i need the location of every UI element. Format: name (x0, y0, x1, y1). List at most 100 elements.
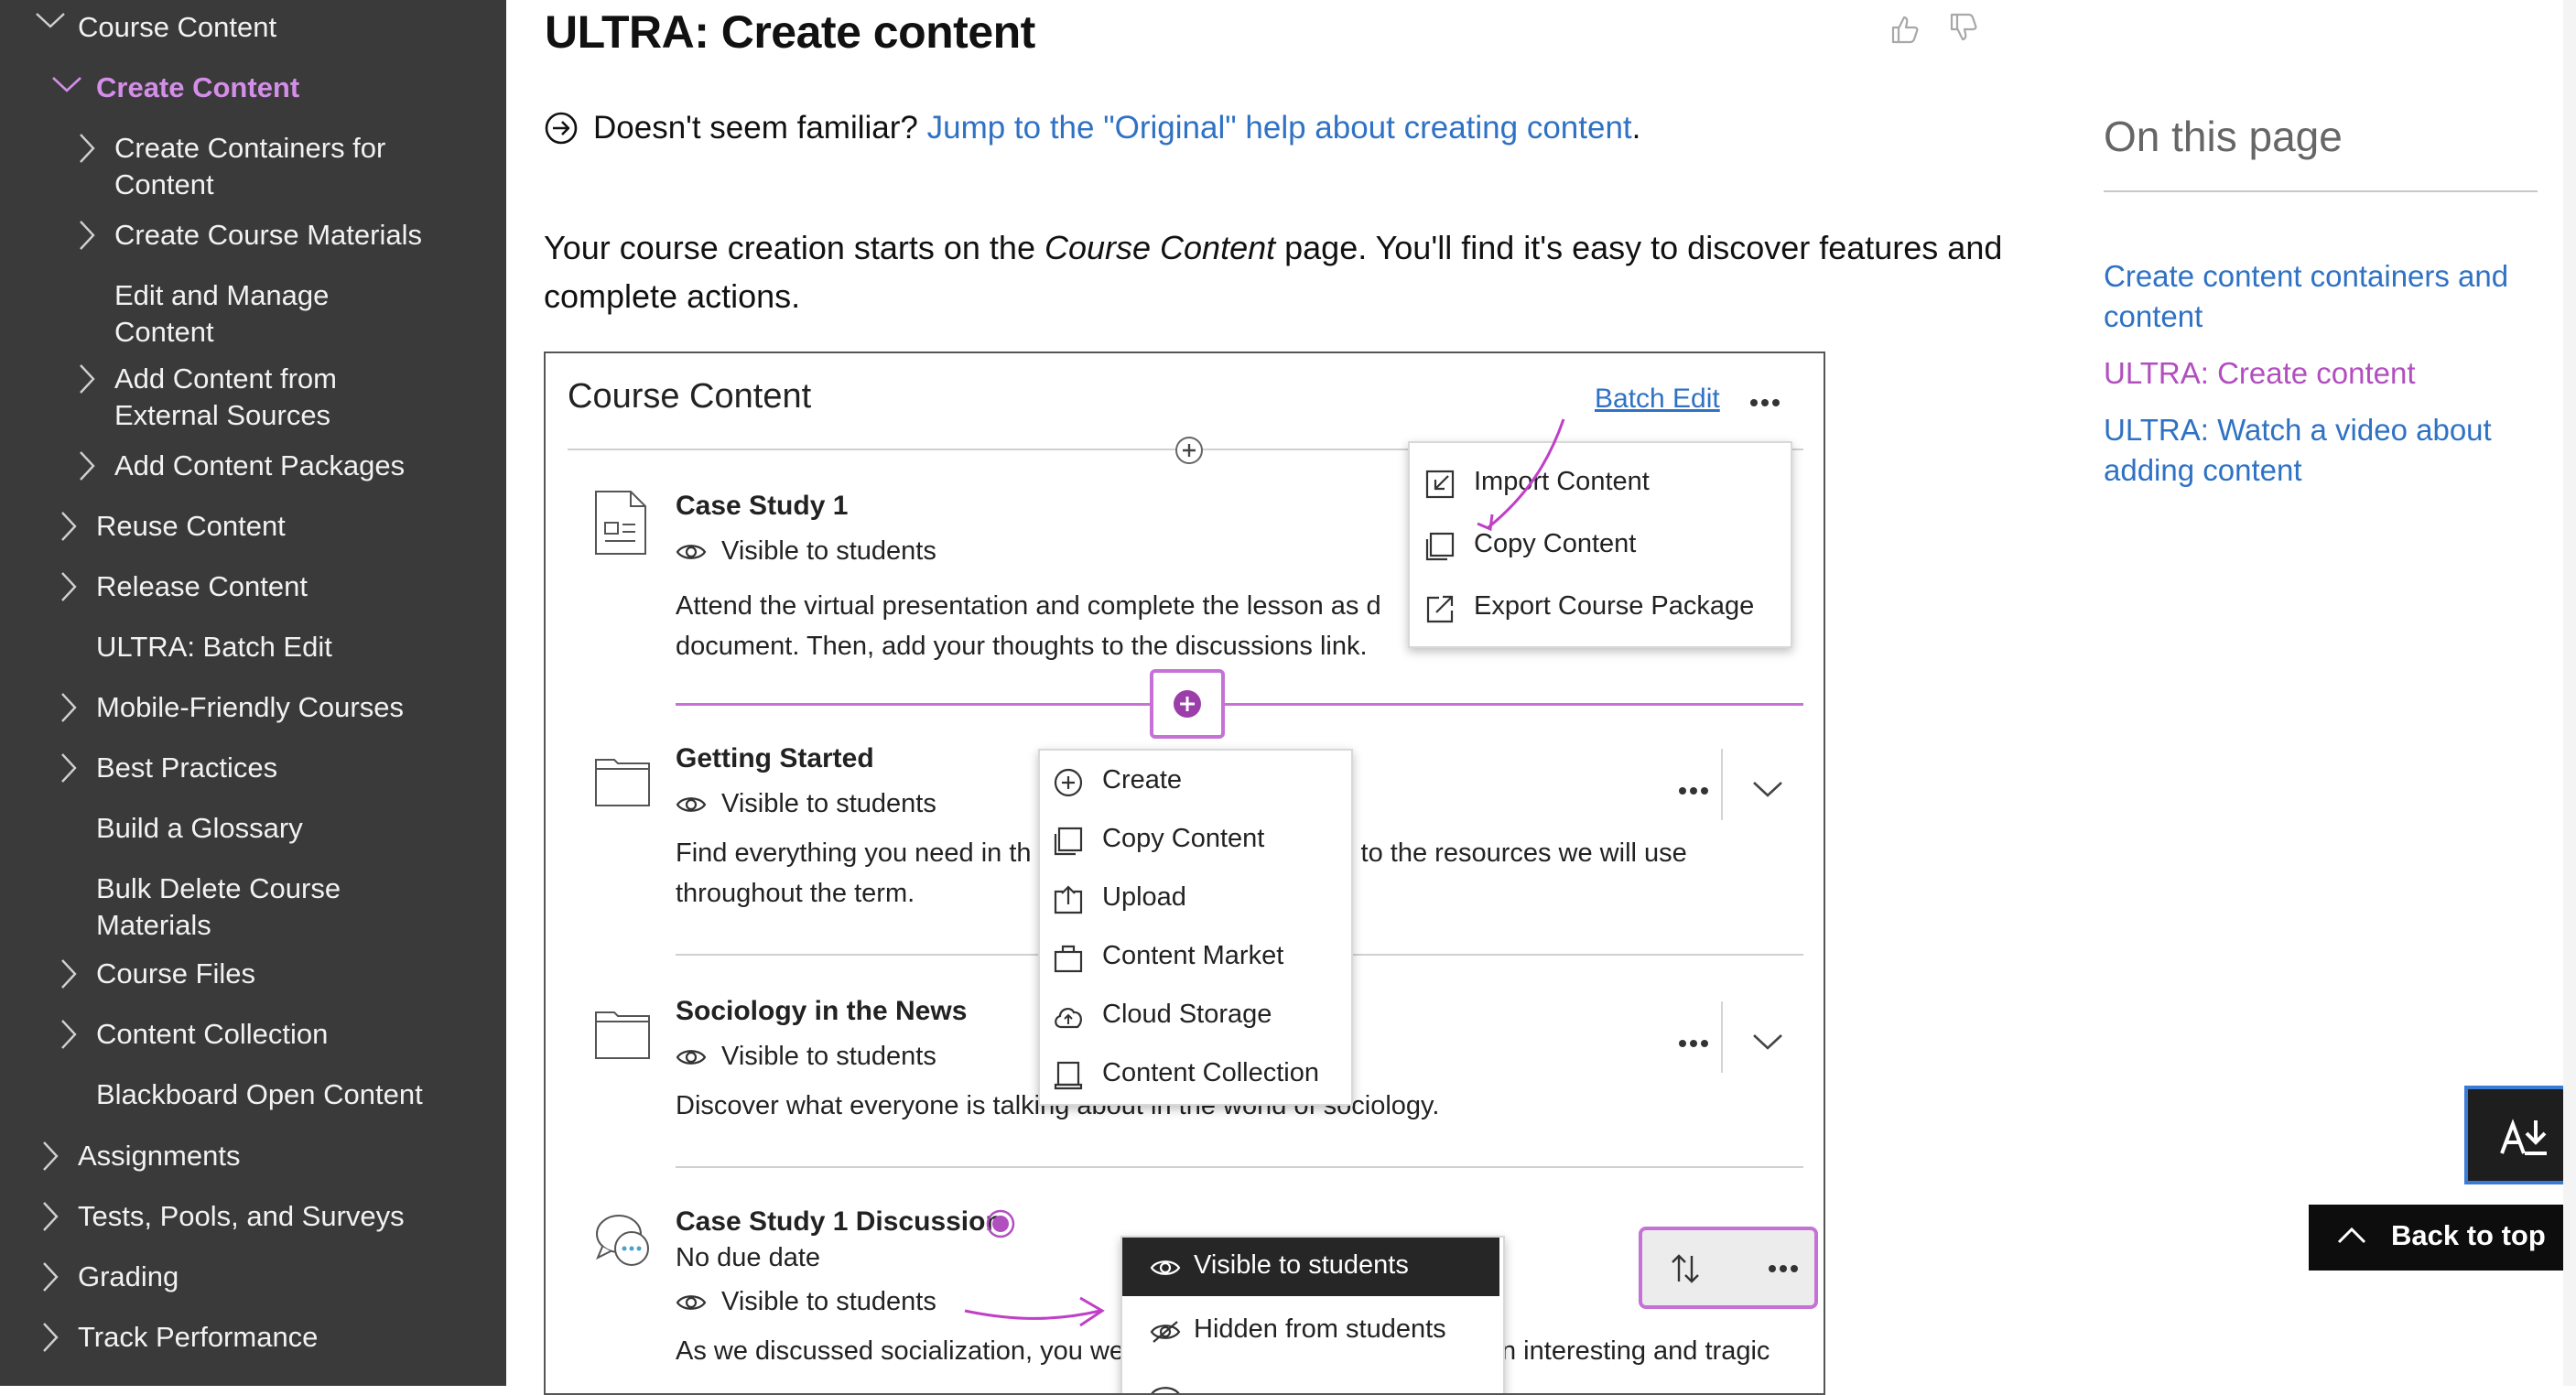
eye-icon (676, 797, 707, 812)
chevron-right-icon[interactable] (78, 220, 96, 251)
eye-icon (676, 1295, 707, 1310)
market-icon (1054, 945, 1083, 973)
export-icon (1426, 595, 1454, 623)
sidebar-item-build-glossary[interactable]: Build a Glossary (96, 810, 303, 847)
sidebar-item-best-practices[interactable]: Best Practices (96, 750, 277, 786)
chevron-right-icon[interactable] (60, 571, 78, 602)
sidebar-item-reuse-content[interactable]: Reuse Content (96, 508, 286, 545)
visibility-label[interactable]: Visible to students (721, 1042, 936, 1072)
back-to-top-label: Back to top (2391, 1219, 2546, 1251)
original-help-link[interactable]: Jump to the "Original" help about creati… (927, 110, 1632, 146)
menu-item-export-course-package[interactable]: Export Course Package (1474, 591, 1754, 622)
arrow-circle-right-icon (545, 112, 578, 145)
chevron-right-icon[interactable] (41, 1322, 60, 1353)
eye-icon (1150, 1260, 1181, 1275)
item-title[interactable]: Getting Started (676, 743, 874, 774)
plus-circle-icon (1054, 768, 1083, 797)
menu-item-cloud-storage[interactable]: Cloud Storage (1102, 1000, 1272, 1030)
sidebar-item-create-content[interactable]: Create Content (96, 70, 299, 106)
sidebar-item-tests-pools-surveys[interactable]: Tests, Pools, and Surveys (78, 1198, 405, 1235)
toc-link-create-containers[interactable]: Create content containers and content (2104, 256, 2508, 337)
chevron-right-icon[interactable] (78, 363, 96, 395)
page-title: ULTRA: Create content (545, 6, 1035, 58)
folder-icon (595, 759, 650, 806)
chevron-down-icon[interactable] (35, 11, 66, 29)
chevron-up-icon (2337, 1227, 2366, 1244)
scrollbar-track[interactable] (2563, 0, 2576, 1386)
item-description: Find everything you need in th (676, 838, 1032, 868)
accessibility-widget-button[interactable] (2464, 1086, 2576, 1184)
chevron-down-icon[interactable] (1752, 780, 1783, 798)
batch-edit-link[interactable]: Batch Edit (1595, 384, 1720, 415)
menu-item-hidden-from-students[interactable]: Hidden from students (1194, 1314, 1446, 1345)
sidebar-item-batch-edit[interactable]: ULTRA: Batch Edit (96, 629, 332, 665)
toc-link-ultra-watch-video[interactable]: ULTRA: Watch a video about adding conten… (2104, 410, 2492, 491)
sidebar-item-bulk-delete[interactable]: Bulk Delete Course Materials (96, 871, 341, 944)
menu-item-upload[interactable]: Upload (1102, 882, 1186, 913)
import-icon (1425, 470, 1455, 499)
toc-link-ultra-create-content[interactable]: ULTRA: Create content (2104, 353, 2416, 394)
item-description: s to the resources we will use (1340, 838, 1687, 868)
insert-line (676, 703, 1803, 706)
chevron-down-icon[interactable] (51, 75, 82, 93)
chevron-right-icon[interactable] (60, 1019, 78, 1050)
item-title[interactable]: Case Study 1 Discussion (676, 1206, 1002, 1238)
divider (1721, 1001, 1723, 1073)
chevron-right-icon[interactable] (41, 1201, 60, 1232)
more-options-icon[interactable] (1767, 1263, 1800, 1274)
sidebar-item-assignments[interactable]: Assignments (78, 1138, 240, 1174)
item-title[interactable]: Sociology in the News (676, 996, 967, 1027)
on-this-page-divider (2104, 190, 2538, 192)
thumbs-up-icon[interactable] (1889, 13, 1922, 46)
discussion-icon (596, 1215, 649, 1266)
chevron-right-icon[interactable] (60, 511, 78, 542)
item-title[interactable]: Case Study 1 (676, 491, 848, 522)
chevron-right-icon[interactable] (60, 692, 78, 723)
collection-icon (1054, 1061, 1083, 1090)
item-description: throughout the term. (676, 879, 915, 908)
more-options-icon[interactable] (1677, 785, 1710, 796)
visibility-label[interactable]: Visible to students (721, 1287, 936, 1317)
sidebar-item-mobile-friendly[interactable]: Mobile-Friendly Courses (96, 689, 404, 726)
reorder-arrows-icon[interactable] (1670, 1252, 1701, 1285)
eye-off-icon (1150, 1321, 1181, 1343)
sidebar-item-add-content-packages[interactable]: Add Content Packages (114, 448, 405, 484)
sidebar-item-open-content[interactable]: Blackboard Open Content (96, 1076, 423, 1113)
menu-item-create[interactable]: Create (1102, 765, 1182, 795)
add-plus-icon[interactable] (1172, 688, 1203, 719)
visibility-menu: Visible to students Hidden from students (1120, 1236, 1505, 1393)
menu-item-content-market[interactable]: Content Market (1102, 941, 1283, 971)
annotation-arrow-icon (964, 1296, 1105, 1327)
familiar-notice: Doesn't seem familiar? Jump to the "Orig… (593, 110, 1641, 146)
menu-item-visible-to-students[interactable]: Visible to students (1194, 1250, 1409, 1281)
chevron-right-icon[interactable] (60, 958, 78, 989)
cloud-icon (1055, 1007, 1083, 1029)
sidebar-item-release-content[interactable]: Release Content (96, 568, 308, 605)
visibility-label[interactable]: Visible to students (721, 536, 936, 567)
sidebar-item-add-content-external[interactable]: Add Content from External Sources (114, 361, 337, 434)
sidebar-item-track-performance[interactable]: Track Performance (78, 1319, 318, 1356)
more-options-icon[interactable] (1677, 1038, 1710, 1049)
visibility-label[interactable]: Visible to students (721, 789, 936, 819)
chevron-right-icon[interactable] (41, 1141, 60, 1172)
sidebar-item-course-content[interactable]: Course Content (78, 9, 276, 46)
sidebar-item-edit-manage-content[interactable]: Edit and Manage Content (114, 277, 329, 351)
more-options-icon[interactable] (1748, 397, 1781, 408)
add-plus-icon[interactable] (1174, 435, 1205, 466)
sidebar-item-create-course-materials[interactable]: Create Course Materials (114, 217, 422, 254)
chevron-right-icon[interactable] (41, 1261, 60, 1292)
sidebar-item-content-collection[interactable]: Content Collection (96, 1016, 328, 1053)
thumbs-down-icon[interactable] (1948, 11, 1981, 44)
sidebar-item-course-files[interactable]: Course Files (96, 956, 255, 992)
chevron-right-icon[interactable] (78, 450, 96, 481)
chevron-down-icon[interactable] (1752, 1033, 1783, 1051)
item-description: Attend the virtual presentation and comp… (676, 591, 1381, 661)
copy-icon (1054, 827, 1083, 856)
chevron-right-icon[interactable] (60, 752, 78, 784)
sidebar-item-grading[interactable]: Grading (78, 1259, 179, 1295)
menu-item-content-collection[interactable]: Content Collection (1102, 1058, 1319, 1088)
chevron-right-icon[interactable] (78, 133, 96, 164)
menu-item-copy-content[interactable]: Copy Content (1102, 824, 1264, 854)
back-to-top-button[interactable]: Back to top (2309, 1205, 2576, 1271)
sidebar-item-create-containers[interactable]: Create Containers for Content (114, 130, 385, 203)
